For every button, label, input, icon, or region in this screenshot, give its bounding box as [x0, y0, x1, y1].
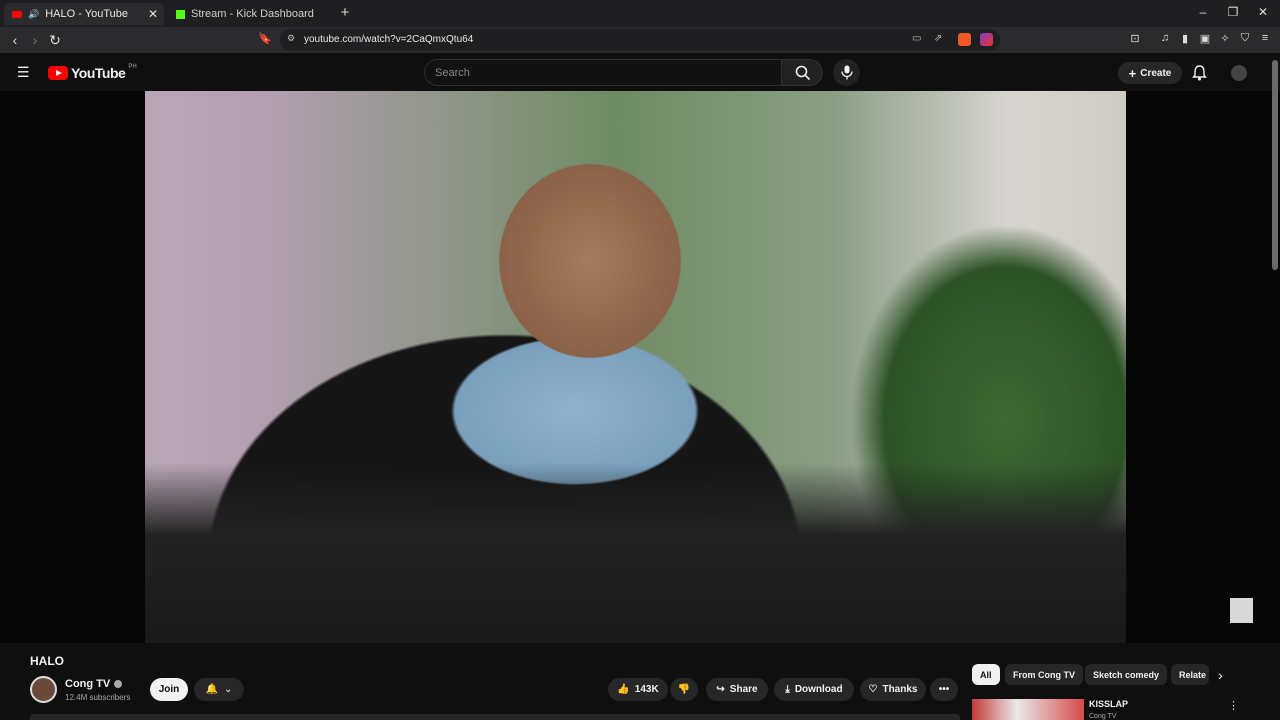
- tab-label: HALO - YouTube: [45, 8, 128, 20]
- address-bar[interactable]: ⚙ youtube.com/watch?v=2CaQmxQtu64 ▭ ⇗: [280, 29, 1000, 51]
- more-actions-button[interactable]: •••: [930, 678, 958, 701]
- plus-icon: +: [1128, 65, 1137, 81]
- voice-search-button[interactable]: [833, 59, 860, 86]
- join-button[interactable]: Join: [150, 678, 188, 701]
- related-video-channel: Cong TV: [1089, 713, 1117, 720]
- notifications-bell-icon[interactable]: [1192, 65, 1207, 81]
- download-icon: ⤓: [785, 684, 790, 695]
- download-label: Download: [794, 684, 843, 695]
- share-button[interactable]: ↪ Share: [706, 678, 768, 701]
- back-icon[interactable]: ‹: [6, 32, 24, 48]
- hamburger-menu-icon[interactable]: ☰: [17, 64, 30, 81]
- tab-close-icon[interactable]: ✕: [148, 7, 158, 21]
- minimize-button[interactable]: –: [1194, 5, 1212, 19]
- thanks-label: Thanks: [882, 684, 918, 695]
- channel-avatar[interactable]: [30, 676, 57, 703]
- search-button[interactable]: [781, 59, 823, 86]
- reload-icon[interactable]: ↻: [46, 32, 64, 49]
- related-video-thumbnail[interactable]: [972, 699, 1084, 720]
- related-more-icon[interactable]: ⋮: [1228, 699, 1239, 712]
- brave-rewards-icon[interactable]: [980, 33, 993, 46]
- audio-playing-icon: 🔊: [28, 8, 40, 19]
- account-avatar[interactable]: [1231, 65, 1247, 81]
- sidebar-icon[interactable]: ▮: [1176, 32, 1194, 45]
- search-input[interactable]: Search: [424, 59, 782, 86]
- page-scrollbar[interactable]: [1272, 60, 1278, 270]
- tab-kick-dashboard[interactable]: Stream - Kick Dashboard: [168, 3, 334, 25]
- related-video-title[interactable]: KISSLAP: [1089, 699, 1128, 709]
- channel-watermark-logo[interactable]: [1230, 598, 1253, 623]
- more-icon: •••: [938, 684, 950, 695]
- tab-halo-youtube[interactable]: 🔊 HALO - YouTube ✕: [4, 3, 164, 25]
- verified-badge-icon: [114, 680, 123, 688]
- video-scene-shadow: [145, 463, 1126, 643]
- subscriber-count: 12.4M subscribers: [65, 693, 131, 702]
- channel-name[interactable]: Cong TV: [65, 678, 110, 690]
- bookmark-icon[interactable]: 🔖: [256, 32, 274, 45]
- search-icon: [795, 65, 811, 81]
- share-label: Share: [729, 684, 758, 695]
- chip-from-channel[interactable]: From Cong TV: [1005, 664, 1083, 685]
- create-label: Create: [1140, 67, 1172, 79]
- video-player[interactable]: [0, 91, 1280, 643]
- download-button[interactable]: ⤓ Download: [774, 678, 854, 701]
- wallet-icon[interactable]: ▣: [1196, 32, 1214, 45]
- menu-icon[interactable]: ≡: [1256, 32, 1274, 44]
- description-box[interactable]: [30, 714, 960, 720]
- chip-all[interactable]: All: [972, 664, 1000, 685]
- dislike-button[interactable]: 👎: [670, 678, 698, 701]
- like-button[interactable]: 👍 143K: [608, 678, 668, 701]
- browser-toolbar: ‹ › ↻ 🔖 ⚙ youtube.com/watch?v=2CaQmxQtu6…: [0, 27, 1280, 53]
- brave-shield-icon[interactable]: [958, 33, 971, 46]
- create-button[interactable]: + Create: [1118, 62, 1182, 84]
- search-placeholder: Search: [435, 67, 470, 79]
- share-page-icon[interactable]: ⇗: [934, 33, 942, 44]
- youtube-logo[interactable]: YouTube PH: [48, 64, 137, 81]
- logo-text: YouTube: [71, 65, 126, 81]
- kick-favicon-icon: [176, 9, 185, 19]
- screenshot-icon[interactable]: ⊡: [1126, 32, 1144, 45]
- chip-related[interactable]: Relate: [1171, 664, 1209, 685]
- share-icon: ↪: [716, 684, 725, 695]
- thumbs-down-icon: 👎: [677, 684, 691, 695]
- thumbs-up-icon: 👍: [617, 684, 630, 695]
- microphone-icon: [841, 65, 853, 80]
- close-window-button[interactable]: ✕: [1254, 5, 1272, 19]
- video-frame[interactable]: [145, 91, 1126, 643]
- thanks-heart-icon: ♡: [868, 684, 878, 695]
- tab-label: Stream - Kick Dashboard: [191, 8, 314, 20]
- notification-settings-button[interactable]: 🔔 ⌄: [194, 678, 244, 701]
- thanks-button[interactable]: ♡ Thanks: [860, 678, 926, 701]
- region-code: PH: [128, 64, 137, 70]
- forward-icon[interactable]: ›: [26, 32, 44, 48]
- video-title: HALO: [30, 654, 64, 668]
- chip-sketch-comedy[interactable]: Sketch comedy: [1085, 664, 1168, 685]
- bell-ring-icon: 🔔: [205, 684, 219, 695]
- channel-name-row[interactable]: Cong TV: [65, 678, 123, 690]
- like-count: 143K: [634, 684, 659, 695]
- chevron-down-icon: ⌄: [224, 684, 233, 695]
- youtube-favicon-icon: [12, 10, 22, 18]
- youtube-header: ☰ YouTube PH Search + Create: [0, 53, 1280, 91]
- media-icon[interactable]: ♫: [1156, 32, 1174, 44]
- youtube-play-icon: [48, 66, 68, 80]
- vpn-icon[interactable]: ⛉: [1236, 32, 1254, 45]
- restore-button[interactable]: ❐: [1224, 5, 1242, 19]
- cast-icon[interactable]: ▭: [912, 33, 921, 44]
- browser-tab-bar: 🔊 HALO - YouTube ✕ Stream - Kick Dashboa…: [0, 0, 1280, 27]
- leo-ai-icon[interactable]: ✧: [1216, 32, 1234, 45]
- chevron-right-icon[interactable]: ›: [1218, 667, 1223, 683]
- site-info-icon[interactable]: ⚙: [287, 33, 295, 44]
- new-tab-button[interactable]: +: [336, 4, 354, 21]
- url-text: youtube.com/watch?v=2CaQmxQtu64: [304, 34, 474, 45]
